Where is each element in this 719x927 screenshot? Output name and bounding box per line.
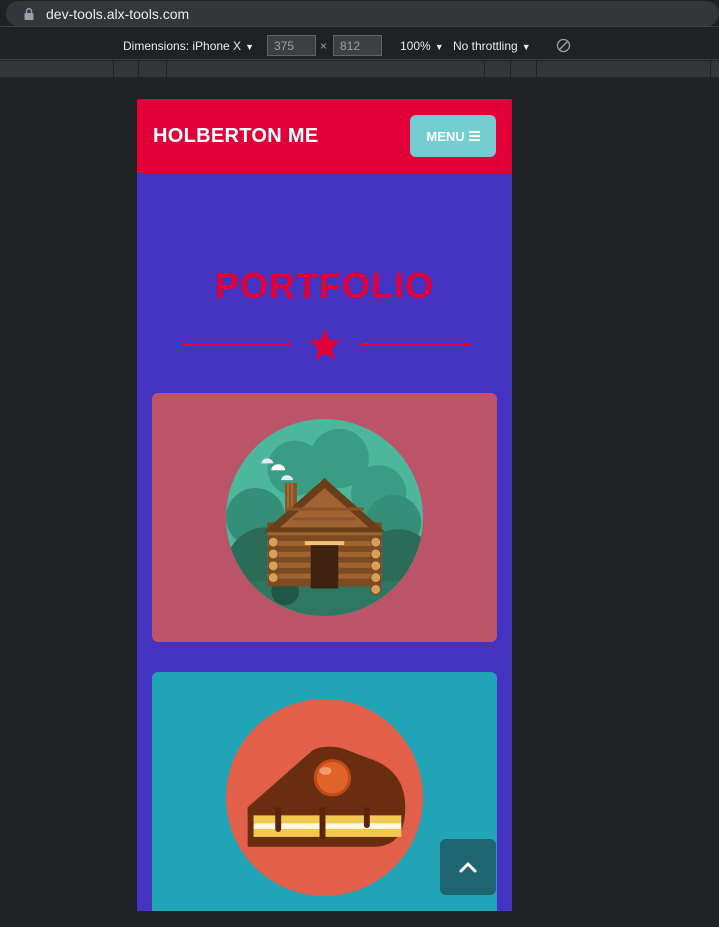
caret-down-icon: ▼ <box>521 42 531 52</box>
url-text: dev-tools.alx-tools.com <box>46 6 190 22</box>
device-toolbar: Dimensions: iPhone X ▼ 375 × 812 100% ▼ No… <box>0 31 719 60</box>
device-width-input[interactable]: 375 <box>267 35 316 56</box>
throttling-select[interactable]: No throttling ▼ <box>453 39 531 53</box>
portfolio-card-cabin[interactable] <box>152 393 497 642</box>
log-cabin-illustration <box>226 419 423 616</box>
menu-label: MENU <box>426 128 465 144</box>
browser-url-bar: dev-tools.alx-tools.com <box>0 0 719 27</box>
back-to-top-button[interactable] <box>440 839 496 895</box>
menu-button[interactable]: MENU <box>410 115 496 157</box>
address-field[interactable]: dev-tools.alx-tools.com <box>6 1 719 26</box>
device-viewport: HOLBERTON ME MENU PORTFOLIO <box>137 99 512 911</box>
media-query-ruler[interactable] <box>0 61 719 77</box>
site-header: HOLBERTON ME MENU <box>137 99 512 173</box>
device-dimensions-select[interactable]: Dimensions: iPhone X ▼ <box>123 39 254 53</box>
caret-down-icon: ▼ <box>245 42 254 52</box>
site-brand[interactable]: HOLBERTON ME <box>153 125 318 148</box>
star-icon <box>309 329 341 360</box>
divider-line-right <box>359 343 470 346</box>
caret-down-icon: ▼ <box>434 42 444 52</box>
lock-icon <box>24 8 34 20</box>
divider-line-left <box>180 343 291 346</box>
hamburger-icon <box>468 129 480 143</box>
cake-slice-illustration <box>226 699 423 896</box>
chevron-up-icon <box>459 862 477 873</box>
zoom-select[interactable]: 100% ▼ <box>400 39 444 53</box>
device-height-input[interactable]: 812 <box>333 35 382 56</box>
section-title: PORTFOLIO <box>215 265 434 306</box>
times-sign: × <box>320 39 328 53</box>
rotate-icon[interactable] <box>556 38 571 53</box>
